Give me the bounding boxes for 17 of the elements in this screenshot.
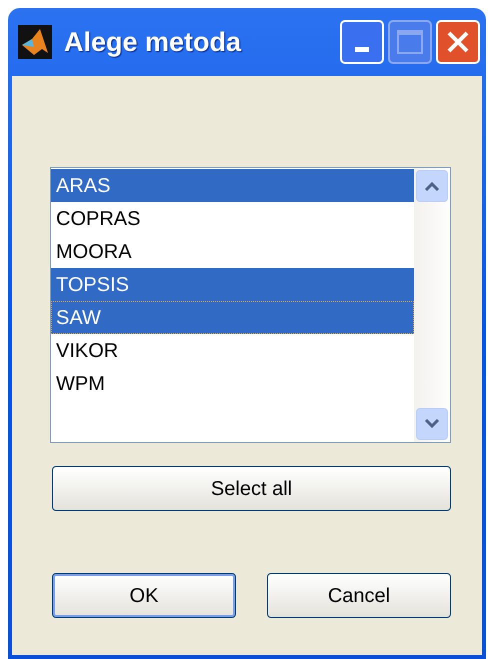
dialog-button[interactable]: OK — [52, 573, 236, 618]
caret-up-icon — [424, 181, 440, 191]
close-icon — [445, 29, 471, 55]
list-item[interactable]: TOPSIS — [51, 268, 414, 301]
list-item[interactable]: ARAS — [51, 169, 414, 202]
window-title: Alege metoda — [64, 26, 242, 59]
scroll-up-button[interactable] — [416, 170, 448, 202]
app-logo-icon — [18, 25, 52, 59]
close-button[interactable] — [436, 20, 480, 64]
dialog-button[interactable]: Cancel — [267, 573, 451, 618]
minimize-button[interactable] — [340, 20, 384, 64]
list-item[interactable]: SAW — [51, 301, 414, 334]
method-list[interactable]: ARAS COPRAS MOORA TOPSIS SAW VIKOR WPM — [50, 167, 451, 443]
caret-down-icon — [424, 419, 440, 429]
scroll-down-button[interactable] — [416, 408, 448, 440]
select-all-button[interactable]: Select all — [52, 466, 451, 511]
scrollbar[interactable] — [414, 168, 450, 442]
